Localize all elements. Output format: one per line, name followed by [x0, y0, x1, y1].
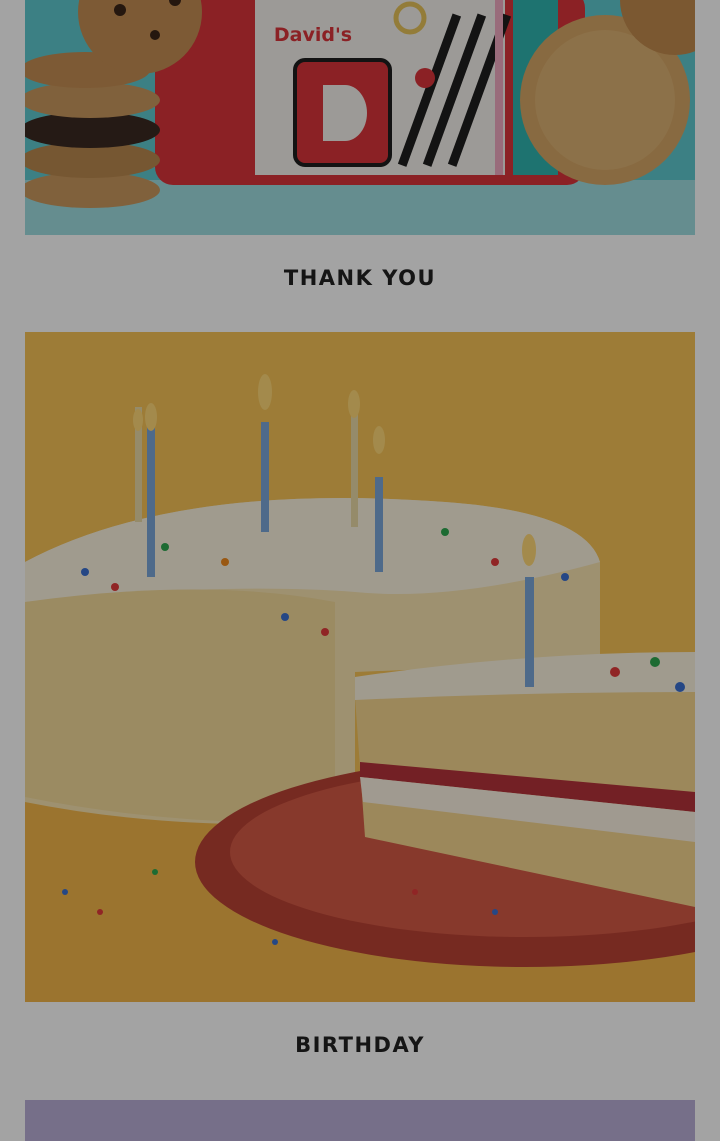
modal-backdrop-overlay[interactable]: [0, 0, 720, 1141]
gift-category-page: David's THANK YOU BIRTHDAY: [0, 0, 720, 1141]
